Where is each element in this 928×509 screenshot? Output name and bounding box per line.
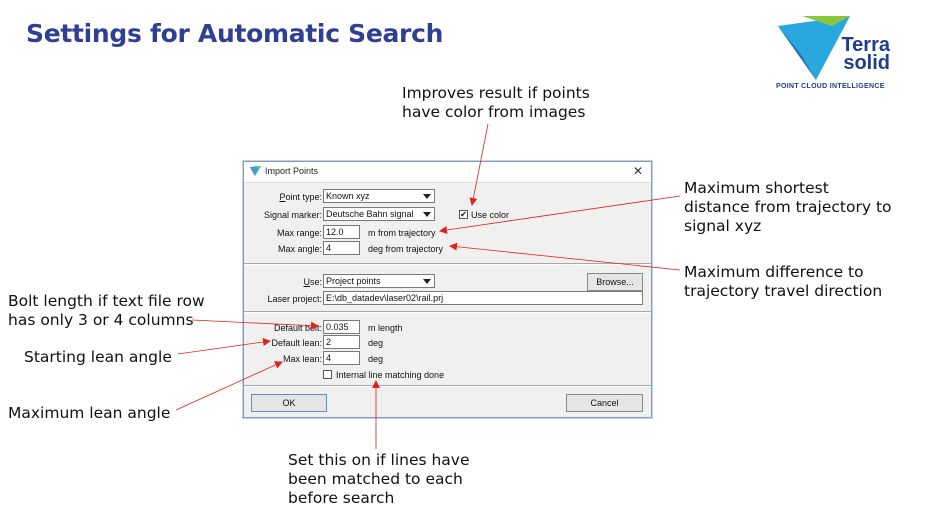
section-divider — [244, 311, 651, 313]
terrasolid-app-icon — [250, 166, 261, 176]
use-select[interactable]: Project points — [323, 274, 435, 288]
note-use-color: Improves result if points have color from… — [402, 84, 590, 121]
note-max-lean: Maximum lean angle — [8, 404, 171, 422]
chevron-down-icon — [423, 194, 431, 199]
chevron-down-icon — [423, 212, 431, 217]
ok-button[interactable]: OK — [251, 394, 327, 412]
close-icon[interactable]: ✕ — [633, 164, 643, 178]
use-color-label: Use color — [471, 210, 510, 220]
cancel-button[interactable]: Cancel — [566, 394, 643, 412]
note-max-angle: Maximum difference to trajectory travel d… — [684, 263, 883, 300]
slide-title: Settings for Automatic Search — [26, 19, 444, 48]
note-internal-matching: Set this on if lines have been matched to… — [288, 451, 470, 507]
max-angle-unit: deg from trajectory — [368, 244, 444, 254]
chevron-down-icon — [423, 279, 431, 284]
default-bolt-unit: m length — [368, 323, 403, 333]
internal-matching-label: Internal line matching done — [336, 370, 445, 380]
default-lean-label: Default lean: — [271, 338, 322, 348]
browse-button[interactable]: Browse... — [587, 273, 643, 291]
max-range-input[interactable]: 12.0 — [323, 225, 360, 239]
default-bolt-label: Default bolt: — [273, 323, 322, 333]
max-lean-input[interactable]: 4 — [323, 351, 360, 365]
dialog-titlebar[interactable]: Import Points ✕ — [244, 162, 651, 183]
section-divider — [244, 385, 651, 387]
note-default-lean: Starting lean angle — [24, 348, 172, 366]
note-max-range: Maximum shortest distance from trajectory… — [684, 179, 892, 235]
max-angle-label: Max angle: — [277, 244, 322, 254]
default-bolt-input[interactable]: 0.035 — [323, 320, 360, 334]
point-type-label: Point type: — [279, 192, 322, 202]
max-range-label: Max range: — [276, 228, 322, 238]
default-lean-unit: deg — [368, 338, 384, 348]
laser-project-input[interactable]: E:\db_datadev\laser02\rail.prj — [323, 291, 643, 305]
laser-project-label: Laser project: — [267, 294, 322, 304]
use-color-checkbox[interactable]: ✔ — [459, 210, 468, 219]
use-label: Use: — [303, 277, 322, 287]
default-lean-input[interactable]: 2 — [323, 335, 360, 349]
internal-matching-checkbox[interactable] — [323, 370, 332, 379]
logo-name: Terra solid — [841, 34, 890, 74]
dialog-title: Import Points — [265, 166, 319, 176]
max-range-unit: m from trajectory — [368, 228, 436, 238]
signal-marker-label: Signal marker: — [263, 210, 322, 220]
logo-tagline: POINT CLOUD INTELLIGENCE — [776, 83, 885, 90]
signal-marker-select[interactable]: Deutsche Bahn signal — [323, 207, 435, 221]
max-lean-unit: deg — [368, 354, 384, 364]
import-points-dialog: Import Points ✕ Point type: Known xyz Si… — [243, 161, 652, 418]
section-divider — [244, 263, 651, 265]
note-default-bolt: Bolt length if text file row has only 3 o… — [8, 292, 205, 329]
point-type-select[interactable]: Known xyz — [323, 189, 435, 203]
max-lean-label: Max lean: — [282, 354, 322, 364]
max-angle-input[interactable]: 4 — [323, 241, 360, 255]
